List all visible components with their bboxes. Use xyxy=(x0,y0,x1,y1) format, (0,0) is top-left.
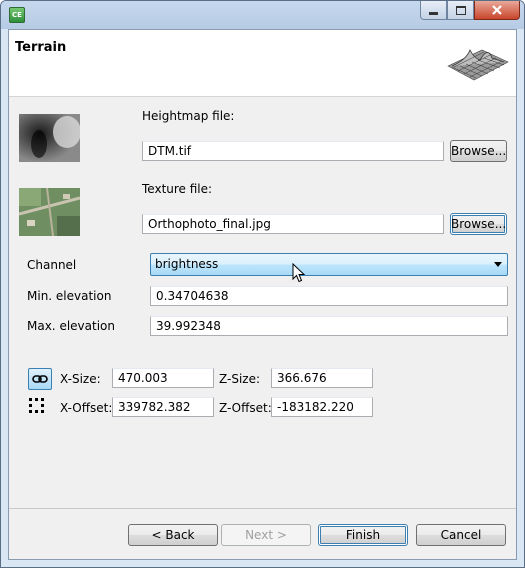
heightmap-file-input[interactable]: DTM.tif xyxy=(142,141,444,161)
next-button[interactable]: Next > xyxy=(221,524,311,546)
texture-label: Texture file: xyxy=(142,182,213,196)
app-icon: CE xyxy=(9,7,25,23)
x-offset-label: X-Offset: xyxy=(60,401,113,415)
cancel-button[interactable]: Cancel xyxy=(416,524,506,546)
min-elevation-input[interactable]: 0.34704638 xyxy=(150,286,508,306)
heightmap-label: Heightmap file: xyxy=(142,109,235,123)
x-size-input[interactable]: 470.003 xyxy=(112,368,214,388)
texture-file-input[interactable]: Orthophoto_final.jpg xyxy=(142,214,444,234)
close-icon xyxy=(492,5,502,15)
offset-grid-icon xyxy=(29,398,44,413)
maximize-icon xyxy=(455,5,466,15)
minimize-icon xyxy=(429,11,438,15)
terrain-mesh-icon xyxy=(447,49,509,81)
back-button[interactable]: < Back xyxy=(128,524,218,546)
min-elevation-label: Min. elevation xyxy=(27,289,112,303)
wizard-header: Terrain xyxy=(9,30,516,97)
channel-selected-value: brightness xyxy=(155,257,219,271)
title-bar[interactable]: CE xyxy=(1,1,524,29)
z-size-input[interactable]: 366.676 xyxy=(271,368,373,388)
lock-aspect-toggle[interactable] xyxy=(28,368,52,390)
z-offset-input[interactable]: -183182.220 xyxy=(271,397,373,417)
z-size-label: Z-Size: xyxy=(219,372,261,386)
dialog-window: CE Terrain Heightmap file: DTM.tif Brows… xyxy=(0,0,525,568)
minimize-button[interactable] xyxy=(420,1,447,20)
footer-divider xyxy=(9,508,516,509)
max-elevation-label: Max. elevation xyxy=(27,319,115,333)
channel-label: Channel xyxy=(27,258,77,272)
close-button[interactable] xyxy=(474,1,520,20)
chain-link-icon xyxy=(32,375,48,383)
max-elevation-input[interactable]: 39.992348 xyxy=(150,316,508,336)
x-size-label: X-Size: xyxy=(60,372,101,386)
channel-select[interactable]: brightness xyxy=(150,253,508,276)
window-controls xyxy=(420,1,520,20)
texture-thumbnail xyxy=(19,188,80,236)
maximize-button[interactable] xyxy=(447,1,474,20)
x-offset-input[interactable]: 339782.382 xyxy=(112,397,214,417)
dialog-body: Terrain Heightmap file: DTM.tif Browse..… xyxy=(8,29,517,560)
z-offset-label: Z-Offset: xyxy=(219,401,272,415)
page-title: Terrain xyxy=(15,40,67,55)
chevron-down-icon xyxy=(494,262,502,267)
finish-button[interactable]: Finish xyxy=(318,524,408,546)
texture-browse-button[interactable]: Browse... xyxy=(450,213,507,235)
mouse-cursor-icon xyxy=(292,263,306,283)
heightmap-thumbnail xyxy=(19,114,80,162)
heightmap-browse-button[interactable]: Browse... xyxy=(450,140,507,162)
